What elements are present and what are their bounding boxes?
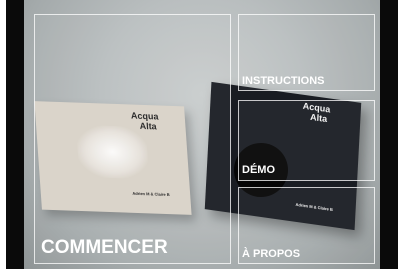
about-label: À PROPOS [242, 248, 301, 260]
demo-label: DÉMO [242, 164, 275, 176]
instructions-label: INSTRUCTIONS [242, 75, 325, 87]
start-panel[interactable]: COMMENCER [34, 14, 231, 264]
instructions-panel[interactable]: INSTRUCTIONS [238, 14, 375, 91]
demo-panel[interactable]: DÉMO [238, 100, 375, 181]
about-panel[interactable]: À PROPOS [238, 187, 375, 264]
app-frame: Acqua Alta Adrien M & Claire B Acqua Alt… [6, 0, 398, 269]
start-label: COMMENCER [41, 237, 168, 258]
